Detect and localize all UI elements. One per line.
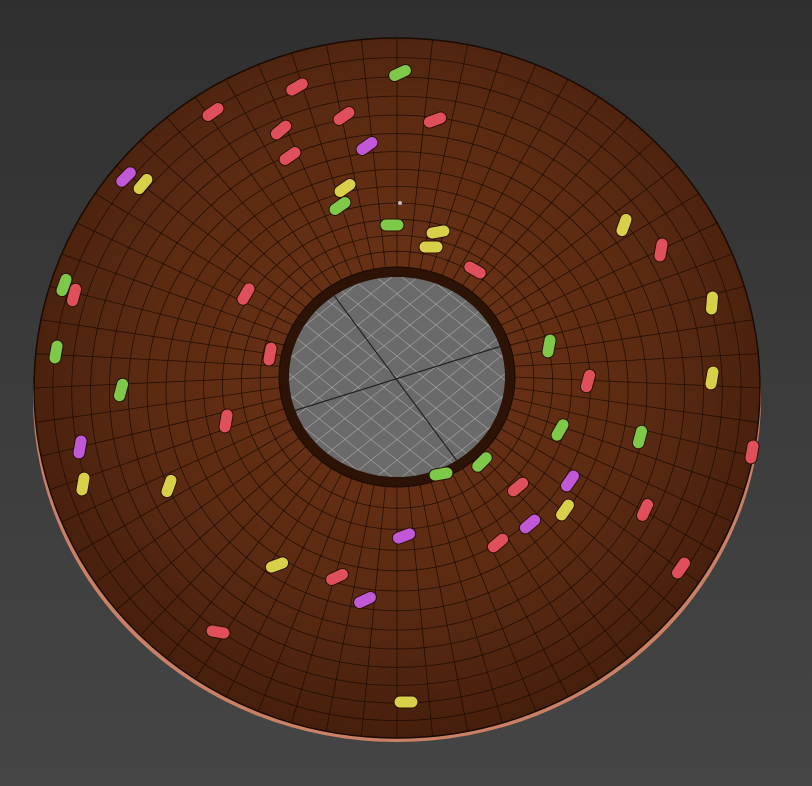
sprinkle — [704, 290, 720, 316]
pivot-point-icon — [398, 201, 402, 205]
sprinkle — [418, 240, 444, 254]
sprinkle — [379, 218, 405, 232]
viewport-scene[interactable] — [0, 0, 812, 786]
3d-viewport[interactable] — [0, 0, 812, 786]
sprinkle — [393, 695, 419, 709]
